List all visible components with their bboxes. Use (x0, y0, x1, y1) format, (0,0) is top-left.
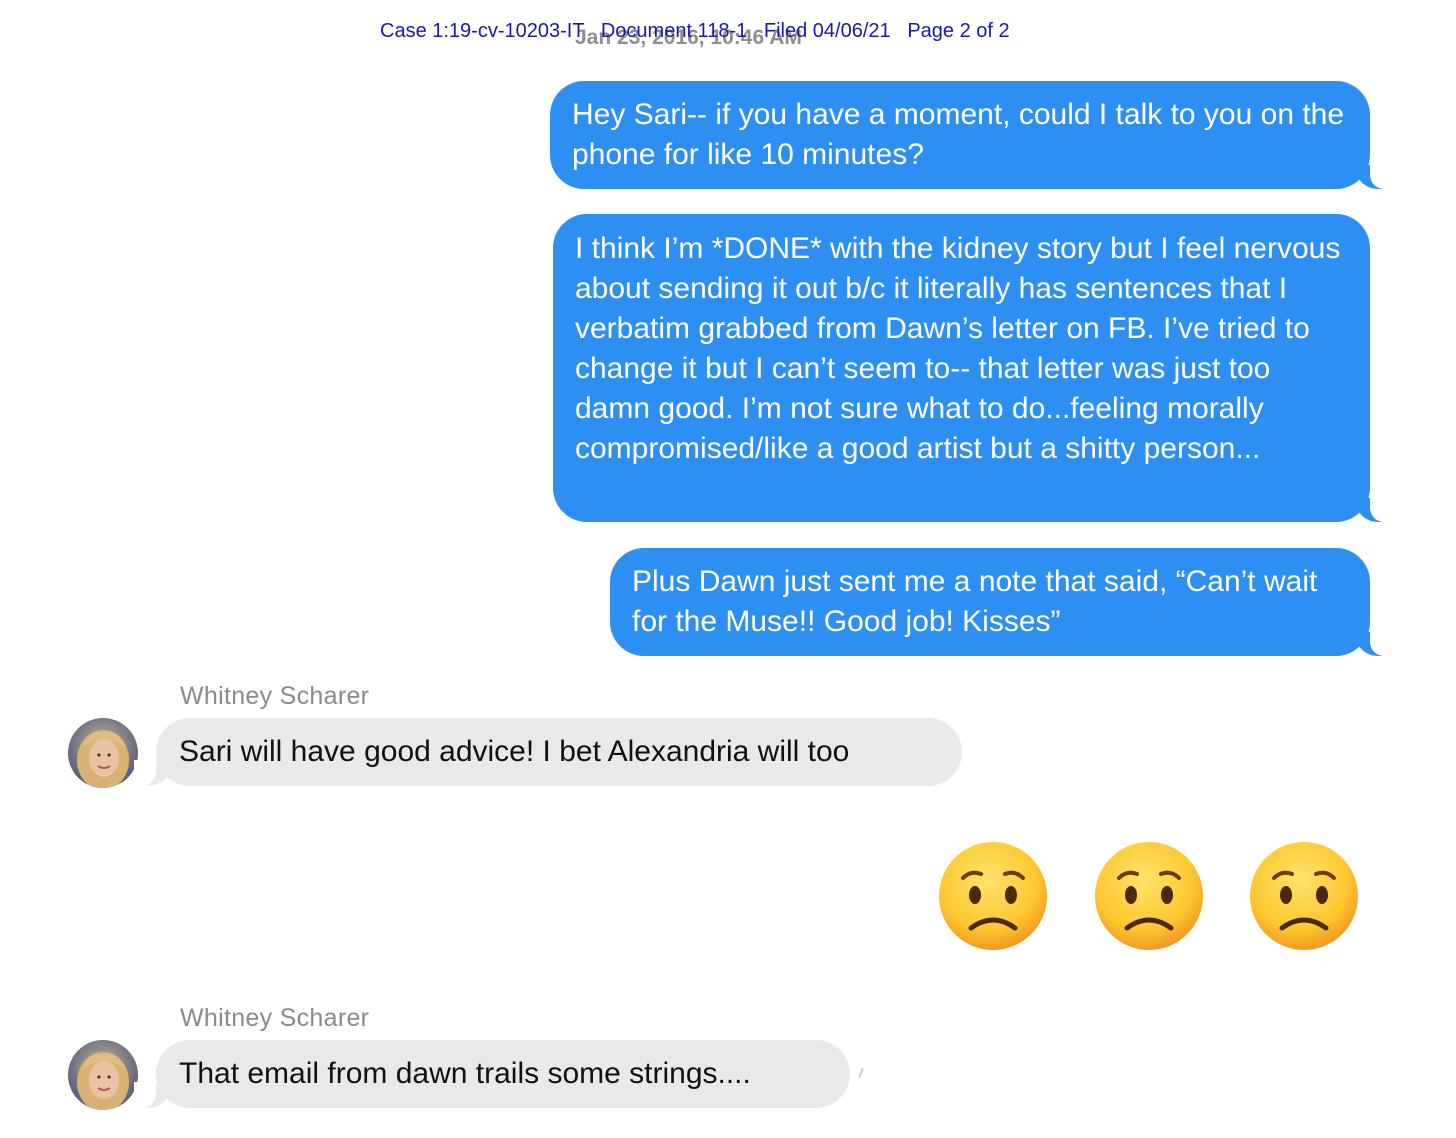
avatar-photo (68, 1040, 138, 1110)
message-text: Hey Sari-- if you have a moment, could I… (572, 98, 1345, 171)
worried-face-icon (1095, 842, 1203, 950)
sender-avatar[interactable] (68, 718, 138, 788)
scan-artifact (858, 1067, 864, 1079)
sender-avatar[interactable] (68, 1040, 138, 1110)
message-text: I think I’m *DONE* with the kidney story… (575, 232, 1341, 465)
received-message-bubble[interactable]: Sari will have good advice! I bet Alexan… (134, 718, 962, 786)
worried-face-icon (939, 842, 1047, 950)
sent-message-bubble[interactable]: Hey Sari-- if you have a moment, could I… (550, 81, 1392, 189)
sender-name: Whitney Scharer (180, 1004, 370, 1032)
message-text: Plus Dawn just sent me a note that said,… (632, 565, 1318, 638)
sent-message-bubble[interactable]: I think I’m *DONE* with the kidney story… (553, 214, 1392, 522)
sent-message-bubble[interactable]: Plus Dawn just sent me a note that said,… (610, 548, 1392, 656)
message-text: Sari will have good advice! I bet Alexan… (179, 735, 850, 768)
worried-face-icon (1250, 842, 1358, 950)
received-message-bubble[interactable]: That email from dawn trails some strings… (134, 1040, 850, 1108)
court-filing-header: Case 1:19-cv-10203-IT Document 118-1 Fil… (380, 20, 1010, 42)
message-text: That email from dawn trails some strings… (179, 1057, 751, 1090)
avatar-photo (68, 718, 138, 788)
sender-name: Whitney Scharer (180, 682, 370, 710)
